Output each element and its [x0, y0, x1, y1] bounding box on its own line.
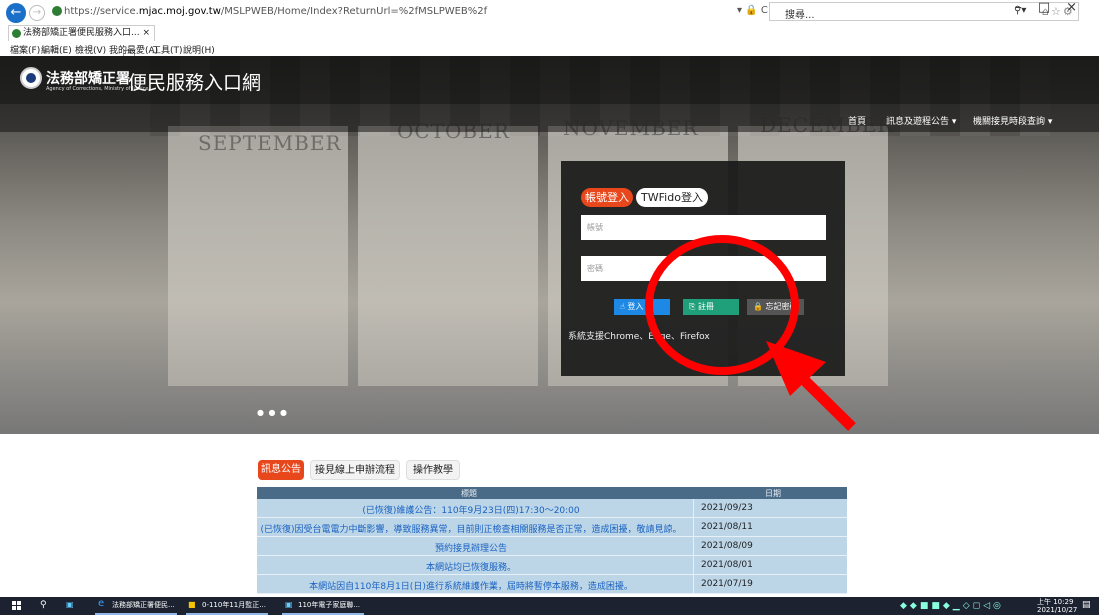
table-row[interactable]: 本網站因自110年8月1日(日)進行系統維護作業，屆時將暫停本服務，造成困擾。 … [257, 575, 847, 594]
col-date: 日期 [765, 489, 781, 498]
divider [693, 575, 694, 594]
table-header: 標題 日期 [257, 487, 847, 499]
register-button-label: 註冊 [697, 302, 714, 311]
password-field[interactable]: 密碼 [581, 256, 826, 281]
table-row[interactable]: (已恢復)維護公告：110年9月23日(四)17:30～20:00 2021/0… [257, 499, 847, 518]
menu-view[interactable]: 檢視(V) [75, 43, 106, 56]
site-favicon-icon [52, 6, 62, 16]
address-url[interactable]: https://service.mjac.moj.gov.tw/MSLPWEB/… [64, 6, 487, 17]
menu-file[interactable]: 檔案(F) [10, 43, 40, 56]
clock-time: 上午 10:29 [1037, 598, 1074, 606]
tab-twfido-login[interactable]: TWFido登入 [636, 188, 708, 207]
forgot-password-label: 忘記密碼 [765, 302, 798, 311]
divider [693, 499, 694, 518]
tab-online-process[interactable]: 接見線上申辦流程 [310, 460, 400, 480]
news-title[interactable]: (已恢復)維護公告：110年9月23日(四)17:30～20:00 [257, 503, 685, 516]
forward-button[interactable]: → [29, 5, 45, 21]
nav-home[interactable]: 首頁 [848, 114, 866, 127]
month-label: SEPTEMBER [198, 131, 342, 155]
table-row[interactable]: (已恢復)因受台電電力中斷影響，導致服務異常，目前則正檢查相關服務是否正常，造成… [257, 518, 847, 537]
browser-support-note: 系統支援Chrome、Edge、Firefox [568, 332, 710, 342]
window-controls[interactable]: –□× [1015, 0, 1093, 15]
tab-title: 法務部矯正署便民服務入口... [23, 28, 140, 38]
url-domain: mjac.moj.gov.tw [138, 6, 221, 17]
news-title[interactable]: 預約接見辦理公告 [257, 541, 685, 554]
menu-tools[interactable]: 工具(T) [152, 43, 183, 56]
news-date: 2021/08/01 [701, 560, 753, 570]
news-title[interactable]: 本網站因自110年8月1日(日)進行系統維護作業，屆時將暫停本服務，造成困擾。 [257, 579, 685, 592]
tab-favicon-icon [12, 29, 21, 38]
tab-account-login[interactable]: 帳號登入 [581, 188, 633, 207]
search-placeholder: 搜尋... [785, 10, 815, 21]
news-date: 2021/09/23 [701, 503, 753, 513]
clock-date: 2021/10/27 [1037, 606, 1078, 614]
news-table: 標題 日期 (已恢復)維護公告：110年9月23日(四)17:30～20:00 … [257, 487, 847, 594]
menu-bar: 檔案(F) 編輯(E) 檢視(V) 我的最愛(A) 工具(T) 說明(H) [0, 42, 1099, 56]
browser-chrome: ← → https://service.mjac.moj.gov.tw/MSLP… [0, 0, 1099, 62]
news-title[interactable]: (已恢復)因受台電電力中斷影響，導致服務異常，目前則正檢查相關服務是否正常，造成… [257, 522, 685, 535]
nav-visit-schedule[interactable]: 機關接見時段查詢 ▾ [973, 114, 1052, 127]
login-panel: 帳號登入 TWFido登入 帳號 密碼 ☝ 登入 ⎘ 註冊 🔒 忘記密碼 系統支… [561, 161, 845, 376]
site-title: 便民服務入口網 [128, 72, 262, 94]
folder-icon[interactable]: ■ [188, 600, 196, 609]
register-icon: ⎘ [689, 302, 696, 311]
address-tools[interactable]: ▾ 🔒 C [737, 5, 768, 16]
logo-name: 法務部矯正署 [46, 71, 130, 87]
clock[interactable]: 上午 10:29 2021/10/27 [1037, 598, 1077, 614]
menu-favorites[interactable]: 我的最愛(A) [109, 43, 158, 56]
taskbar-item-ie[interactable]: 法務部矯正署便民... [112, 600, 175, 610]
outlook-icon[interactable]: ▣ [66, 600, 74, 609]
register-button[interactable]: ⎘ 註冊 [683, 299, 739, 315]
nav-announcements[interactable]: 訊息及遊程公告 ▾ [886, 114, 956, 127]
calendar-sheet [358, 126, 538, 386]
table-row[interactable]: 本網站均已恢復服務。 2021/08/01 [257, 556, 847, 575]
windows-start-icon[interactable] [12, 601, 22, 611]
news-date: 2021/08/11 [701, 522, 753, 532]
news-date: 2021/08/09 [701, 541, 753, 551]
news-title[interactable]: 本網站均已恢復服務。 [257, 560, 685, 573]
divider [693, 537, 694, 556]
url-prefix: https://service. [64, 6, 139, 17]
tab-row: 法務部矯正署便民服務入口... × [0, 24, 1099, 62]
table-row[interactable]: 預約接見辦理公告 2021/08/09 [257, 537, 847, 556]
divider [693, 556, 694, 575]
back-button[interactable]: ← [6, 3, 26, 23]
url-path: /MSLPWEB/Home/Index?ReturnUrl=%2fMSLPWEB… [220, 6, 488, 17]
search-icon[interactable]: ⚲ [40, 600, 47, 610]
carousel-dots[interactable]: ● ● ● [257, 408, 288, 417]
tab-tutorial[interactable]: 操作教學 [406, 460, 460, 480]
taskbar-item-folder[interactable]: 0-110年11月監正... [202, 600, 266, 610]
forgot-password-button[interactable]: 🔒 忘記密碼 [747, 299, 804, 315]
windows-taskbar: ⚲ ▣ e 法務部矯正署便民... ■ 0-110年11月監正... ▣ 110… [0, 597, 1099, 615]
login-button[interactable]: ☝ 登入 [614, 299, 670, 315]
menu-edit[interactable]: 編輯(E) [41, 43, 72, 56]
address-row: ← → https://service.mjac.moj.gov.tw/MSLP… [0, 0, 1099, 24]
taskbar-item-doc[interactable]: 110年電子家庭聯... [298, 600, 360, 610]
fingerprint-icon: ☝ [620, 302, 625, 311]
news-date: 2021/07/19 [701, 579, 753, 589]
username-field[interactable]: 帳號 [581, 215, 826, 240]
ie-icon[interactable]: e [98, 598, 104, 609]
notification-icon[interactable]: ▤ [1082, 600, 1091, 610]
lock-icon: 🔒 [753, 302, 763, 311]
system-tray-icons[interactable]: ◆◆■■◆▁◇◻◁◎ [900, 601, 1004, 611]
hero-banner: SEPTEMBER OCTOBER NOVEMBER DECEMBER 法務部矯… [0, 56, 1099, 434]
agency-seal-icon [20, 67, 42, 89]
tab-announcements[interactable]: 訊息公告 [258, 460, 304, 480]
col-title: 標題 [461, 489, 477, 498]
word-icon[interactable]: ▣ [285, 600, 293, 609]
browser-tab[interactable]: 法務部矯正署便民服務入口... × [8, 25, 155, 41]
menu-help[interactable]: 說明(H) [183, 43, 215, 56]
login-button-label: 登入 [627, 302, 644, 311]
calendar-sheet [168, 126, 348, 386]
divider [693, 518, 694, 537]
